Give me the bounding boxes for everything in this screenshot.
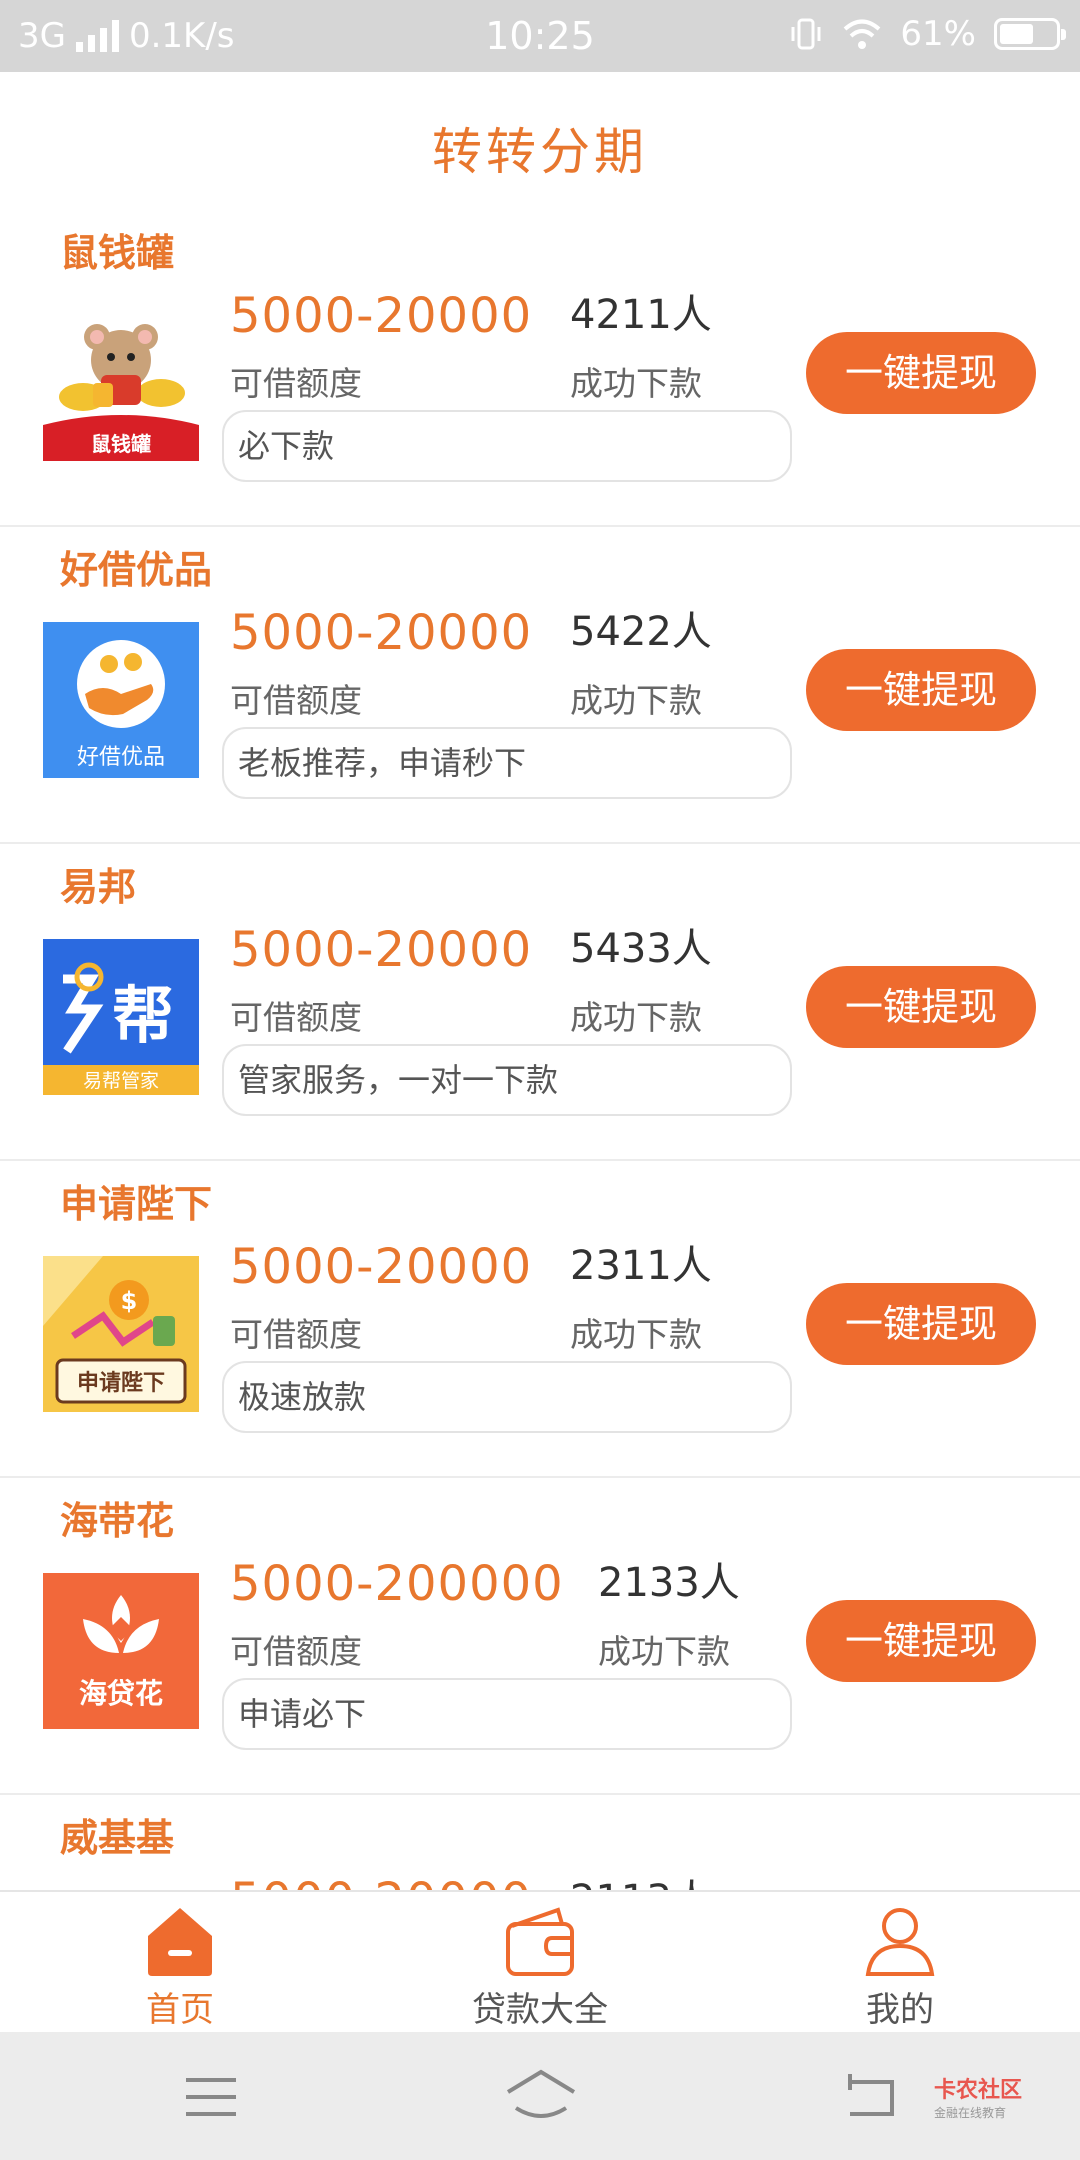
- product-tag: 老板推荐，申请秒下: [222, 727, 792, 799]
- withdraw-button[interactable]: 一键提现: [806, 1600, 1036, 1682]
- withdraw-button[interactable]: 一键提现: [806, 966, 1036, 1048]
- product-list[interactable]: 鼠钱罐 鼠钱罐 5000-20000 可借额度 4211人 成功下款 必下款 一…: [0, 210, 1080, 1890]
- nav-item-home[interactable]: 首页: [80, 1892, 280, 2034]
- page-title: 转转分期: [432, 123, 648, 181]
- product-name: 易邦: [60, 865, 137, 909]
- withdraw-button[interactable]: 一键提现: [806, 649, 1036, 731]
- product-name: 申请陛下: [60, 1182, 213, 1226]
- svg-text:申请陛下: 申请陛下: [77, 1370, 165, 1396]
- wifi-icon: [844, 19, 881, 49]
- system-nav-bar: 卡农社区 金融在线教育: [0, 2032, 1080, 2160]
- product-logo: 好借优品: [43, 622, 199, 778]
- amount-range: 5000-20000: [230, 605, 533, 661]
- battery-level: [1000, 24, 1033, 44]
- withdraw-button[interactable]: 一键提现: [806, 1283, 1036, 1365]
- svg-text:易帮管家: 易帮管家: [83, 1070, 159, 1092]
- vibrate-icon: [791, 18, 821, 50]
- product-name: 威基基: [60, 1816, 175, 1860]
- product-name: 海带花: [60, 1499, 175, 1543]
- yibang-logo-icon: 帮 易帮管家: [43, 962, 199, 1095]
- success-count: 2113人: [570, 1867, 712, 1890]
- wallet-icon: [506, 1907, 574, 1976]
- success-label: 成功下款: [570, 364, 702, 403]
- home-icon: [148, 1908, 212, 1976]
- watermark-title: 卡农社区: [933, 2078, 1022, 2103]
- amount-label: 可借额度: [230, 998, 362, 1037]
- product-card[interactable]: 鼠钱罐 鼠钱罐 5000-20000 可借额度 4211人 成功下款 必下款 一…: [0, 210, 1080, 527]
- svg-text:帮: 帮: [112, 979, 174, 1052]
- product-card[interactable]: 申请陛下 $ 申请陛下 5000-20000 可借额度 2311人 成功下款 极…: [0, 1161, 1080, 1478]
- nav-label: 我的: [866, 1990, 934, 2030]
- amount-label: 可借额度: [230, 364, 362, 403]
- battery-icon: [994, 18, 1066, 50]
- amount-range: 5000-20000: [230, 922, 533, 978]
- success-label: 成功下款: [570, 681, 702, 720]
- withdraw-button[interactable]: 一键提现: [806, 332, 1036, 414]
- product-logo: $ 申请陛下: [43, 1256, 199, 1412]
- product-logo: 海贷花: [43, 1573, 199, 1729]
- amount-label: 可借额度: [230, 681, 362, 720]
- user-icon: [865, 1908, 935, 1976]
- watermark: 卡农社区 金融在线教育: [934, 2072, 1022, 2121]
- product-tag: 申请必下: [222, 1678, 792, 1750]
- svg-text:$: $: [121, 1287, 138, 1315]
- amount-range: 5000-20000: [230, 1873, 532, 1890]
- bottom-nav: 首页 贷款大全 我的: [0, 1890, 1080, 2032]
- product-tag: 必下款: [222, 410, 792, 482]
- product-tag: 管家服务，一对一下款: [222, 1044, 792, 1116]
- product-name: 鼠钱罐: [60, 231, 175, 275]
- back-icon[interactable]: [830, 2062, 920, 2132]
- status-bar: 3G 0.1K/s 10:25 61%: [0, 0, 1080, 72]
- status-right: 61%: [788, 14, 1066, 54]
- amount-range: 5000-20000: [230, 288, 533, 344]
- product-card[interactable]: 威基基 5000-20000 2113人: [0, 1795, 1080, 1890]
- product-logo: 帮 易帮管家: [43, 939, 199, 1095]
- success-label: 成功下款: [570, 998, 702, 1037]
- svg-text:好借优品: 好借优品: [77, 745, 165, 770]
- mouse-coin-logo-icon: 鼠钱罐: [43, 324, 199, 461]
- product-tag: 极速放款: [222, 1361, 792, 1433]
- product-card[interactable]: 好借优品 好借优品 5000-20000 可借额度 5422人 成功下款 老板推…: [0, 527, 1080, 844]
- product-name: 好借优品: [60, 548, 213, 592]
- home-nav-icon[interactable]: [496, 2062, 586, 2132]
- success-count: 5422人: [570, 609, 712, 655]
- success-count: 2133人: [598, 1560, 740, 1606]
- nav-label: 贷款大全: [472, 1990, 608, 2030]
- success-count: 5433人: [570, 926, 712, 972]
- product-card[interactable]: 易邦 帮 易帮管家 5000-20000 可借额度 5433人 成功下款 管家服…: [0, 844, 1080, 1161]
- amount-label: 可借额度: [230, 1632, 362, 1671]
- product-logo: 鼠钱罐: [43, 305, 199, 461]
- success-label: 成功下款: [598, 1632, 730, 1671]
- watermark-subtitle: 金融在线教育: [933, 2106, 1006, 2120]
- money-bag-logo-icon: $ 申请陛下: [43, 1256, 187, 1404]
- success-label: 成功下款: [570, 1315, 702, 1354]
- amount-range: 5000-200000: [230, 1556, 564, 1612]
- nav-item-mine[interactable]: 我的: [800, 1892, 1000, 2034]
- success-count: 2311人: [570, 1243, 712, 1289]
- success-count: 4211人: [570, 292, 712, 338]
- svg-text:海贷花: 海贷花: [79, 1677, 163, 1710]
- menu-icon[interactable]: [166, 2062, 256, 2132]
- hand-coin-logo-icon: 好借优品: [77, 640, 165, 770]
- nav-label: 首页: [146, 1990, 214, 2030]
- svg-text:鼠钱罐: 鼠钱罐: [91, 432, 151, 456]
- product-card[interactable]: 海带花 海贷花 5000-200000 可借额度 2133人 成功下款 申请必下…: [0, 1478, 1080, 1795]
- battery-percent: 61%: [900, 14, 976, 54]
- amount-label: 可借额度: [230, 1315, 362, 1354]
- nav-item-loans[interactable]: 贷款大全: [440, 1892, 640, 2034]
- amount-range: 5000-20000: [230, 1239, 533, 1295]
- flower-logo-icon: 海贷花: [79, 1595, 163, 1710]
